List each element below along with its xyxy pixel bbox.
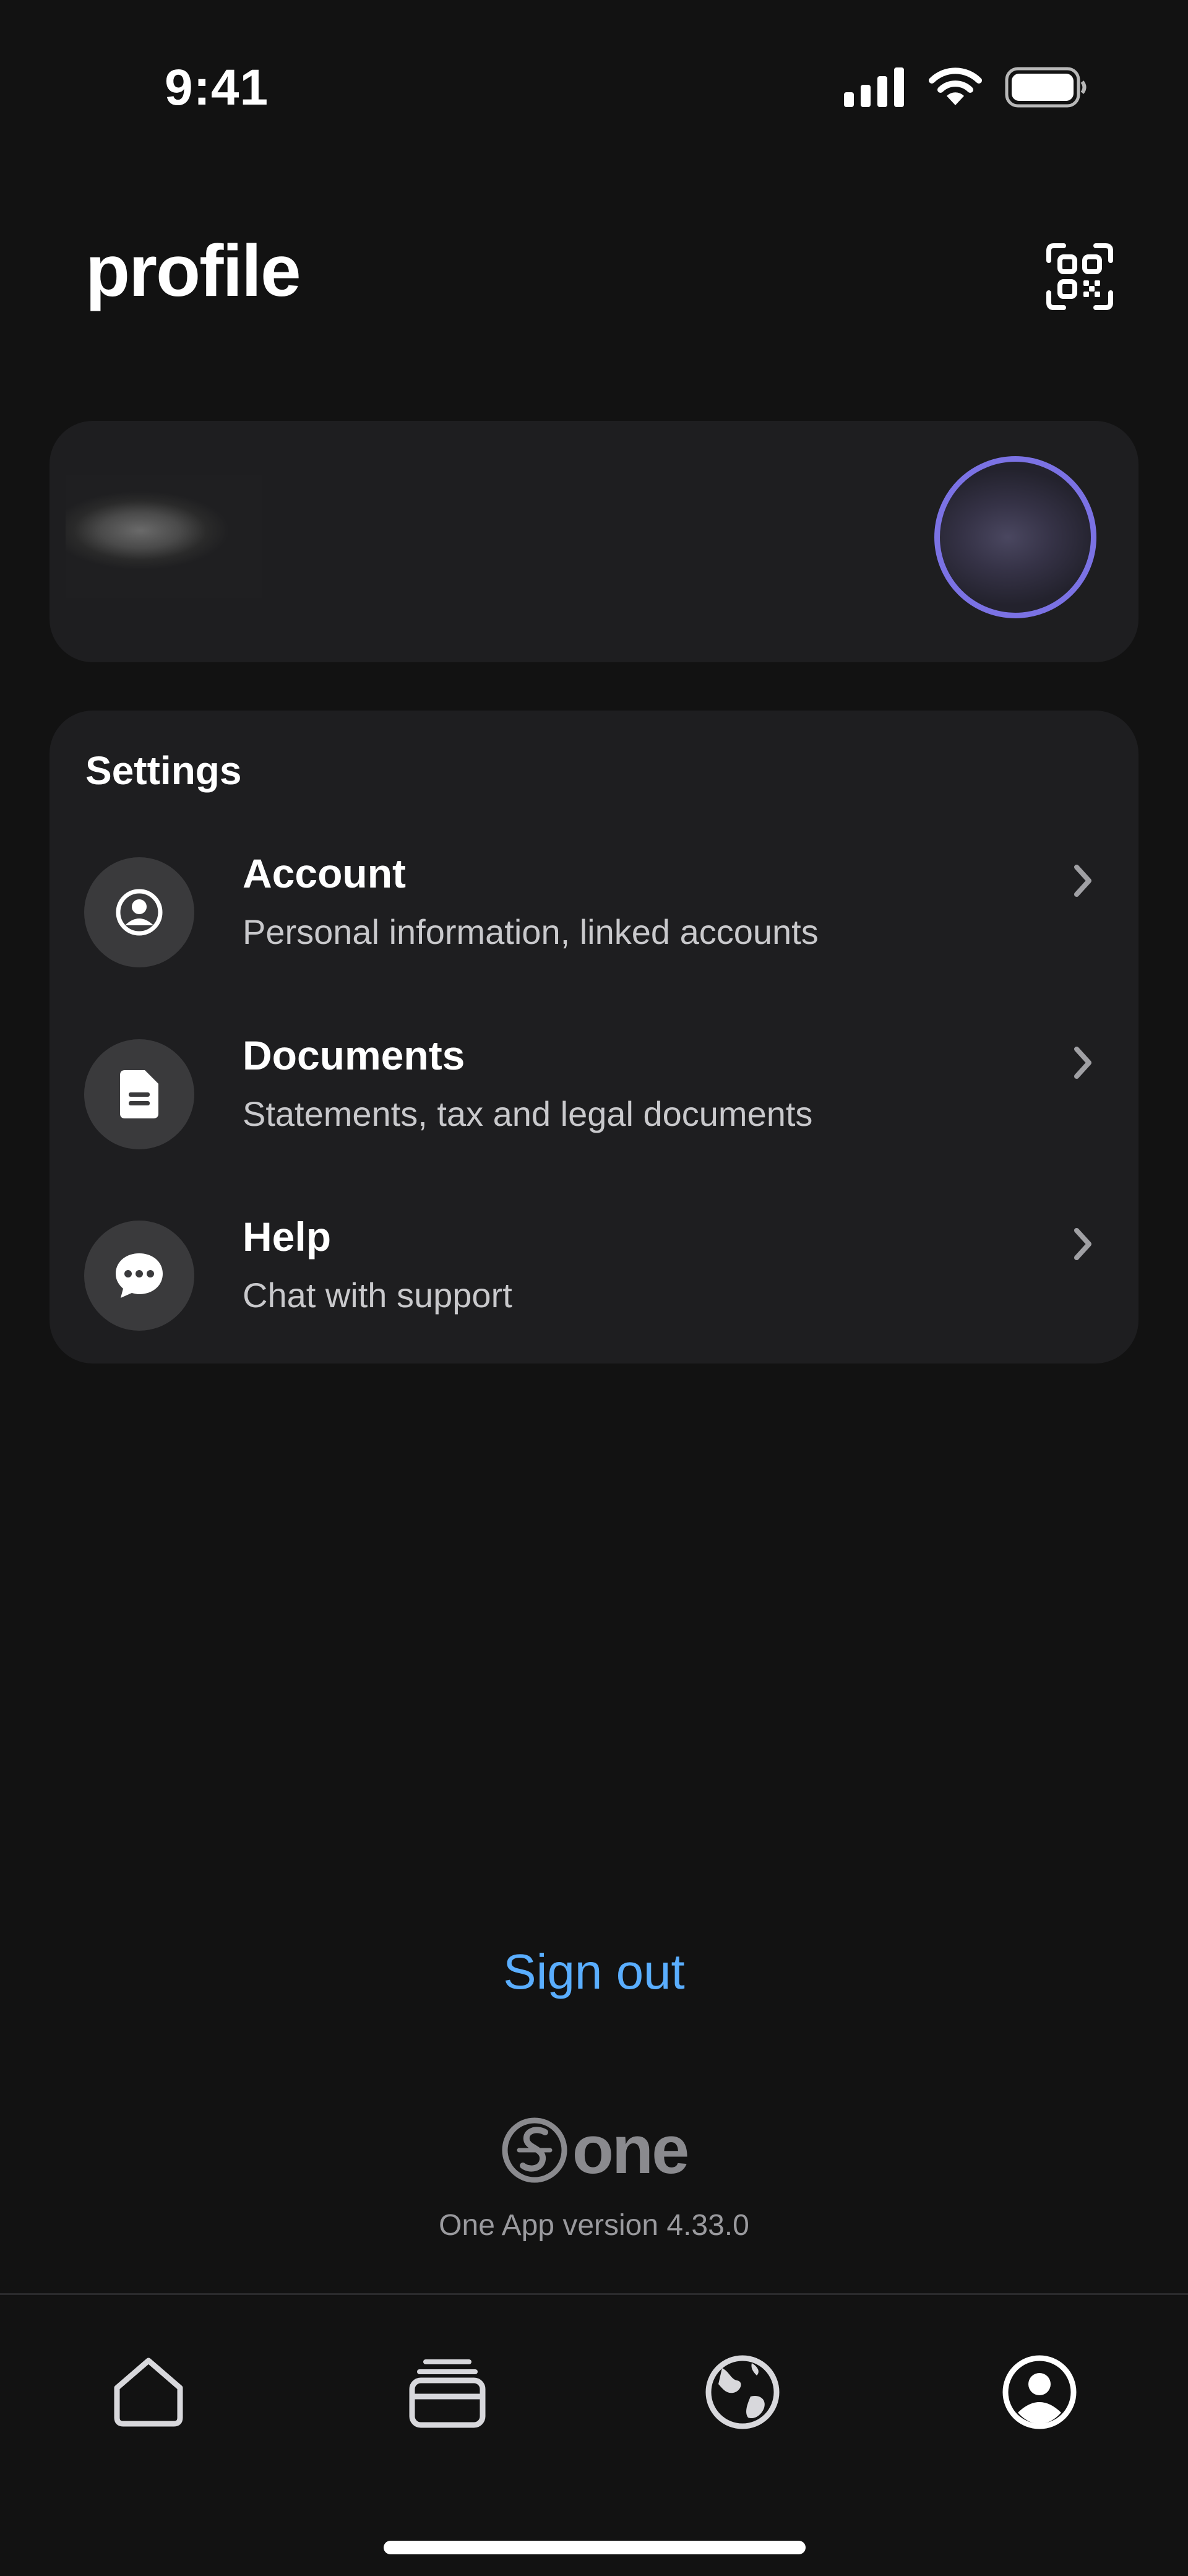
cards-icon [409, 2359, 486, 2428]
globe-icon [705, 2355, 780, 2429]
profile-icon [1002, 2355, 1077, 2429]
settings-item-documents[interactable]: Documents Statements, tax and legal docu… [50, 1013, 1138, 1194]
sign-out-button[interactable]: Sign out [0, 1943, 1188, 2000]
one-logo-icon [502, 2117, 567, 2182]
settings-heading: Settings [85, 748, 242, 793]
app-version: One App version 4.33.0 [439, 2209, 749, 2242]
home-indicator [384, 2541, 806, 2554]
settings-item-help[interactable]: Help Chat with support [50, 1195, 1138, 1375]
signal-icon [844, 67, 904, 107]
chat-icon [84, 1221, 194, 1331]
brand-logo: one [0, 2111, 1188, 2189]
tab-profile[interactable] [990, 2343, 1089, 2442]
tab-home[interactable] [99, 2343, 198, 2442]
chevron-right-icon [1074, 1228, 1091, 1260]
settings-item-title: Documents [243, 1032, 465, 1078]
settings-item-subtitle: Personal information, linked accounts [243, 912, 819, 951]
qr-scan-button[interactable] [1040, 236, 1120, 317]
tab-cards[interactable] [398, 2343, 497, 2442]
battery-icon [1005, 67, 1087, 108]
chevron-right-icon [1074, 1047, 1091, 1079]
avatar[interactable] [934, 456, 1096, 618]
settings-item-account[interactable]: Account Personal information, linked acc… [50, 831, 1138, 1012]
profile-name-redacted [66, 475, 262, 598]
document-icon [84, 1039, 194, 1149]
status-icons [844, 67, 1088, 108]
page-title: profile [85, 230, 301, 312]
home-icon [114, 2358, 183, 2427]
settings-item-subtitle: Chat with support [243, 1276, 512, 1315]
account-icon [84, 857, 194, 967]
tab-bar-divider [0, 2293, 1188, 2295]
settings-item-title: Account [243, 850, 406, 896]
brand-name: one [572, 2112, 690, 2188]
settings-item-subtitle: Statements, tax and legal documents [243, 1094, 813, 1133]
tab-explore[interactable] [693, 2343, 792, 2442]
chevron-right-icon [1074, 865, 1091, 897]
status-time: 9:41 [165, 59, 269, 116]
settings-item-title: Help [243, 1214, 332, 1260]
wifi-icon [929, 67, 982, 105]
qr-code-icon [1046, 243, 1113, 310]
